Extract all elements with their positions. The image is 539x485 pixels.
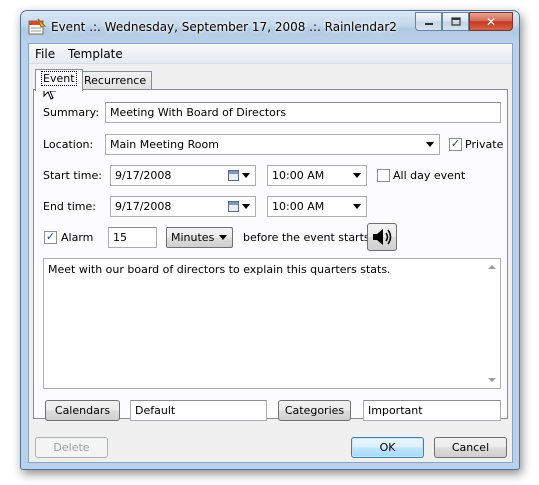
- tab-recurrence[interactable]: Recurrence: [78, 71, 153, 90]
- alarm-label: Alarm: [61, 231, 94, 244]
- tab-event-label: Event: [41, 71, 77, 86]
- calendar-icon: [228, 201, 239, 212]
- dropdown-arrow-icon: [426, 142, 434, 147]
- dropdown-arrow-icon: [353, 173, 361, 178]
- dropdown-arrow-icon: [242, 173, 250, 178]
- alarm-unit-combo[interactable]: Minutes: [166, 227, 233, 248]
- minimize-icon: [424, 22, 433, 25]
- alarm-suffix-label: before the event starts.: [243, 231, 374, 244]
- tab-event[interactable]: Event: [35, 69, 83, 91]
- event-dialog-window: Event .:. Wednesday, September 17, 2008 …: [20, 10, 520, 470]
- start-date-value: 9/17/2008: [115, 169, 172, 182]
- categories-field[interactable]: Important: [363, 400, 501, 421]
- cancel-button[interactable]: Cancel: [434, 437, 507, 458]
- scroll-up-icon[interactable]: [488, 265, 496, 269]
- close-icon: ✕: [485, 14, 497, 29]
- end-time-label: End time:: [43, 200, 96, 213]
- dropdown-arrow-icon: [353, 204, 361, 209]
- notes-scrollbar[interactable]: [484, 259, 500, 388]
- end-time-value: 10:00 AM: [272, 200, 325, 213]
- delete-button[interactable]: Delete: [35, 437, 108, 458]
- end-date-picker[interactable]: 9/17/2008: [110, 196, 256, 217]
- categories-button[interactable]: Categories: [278, 400, 351, 421]
- scroll-down-icon[interactable]: [488, 378, 496, 382]
- end-time-combo[interactable]: 10:00 AM: [267, 196, 367, 217]
- summary-input[interactable]: Meeting With Board of Directors: [105, 102, 501, 123]
- all-day-checkbox[interactable]: [377, 169, 390, 182]
- location-label: Location:: [43, 138, 94, 151]
- maximize-button[interactable]: [442, 12, 469, 31]
- private-label: Private: [465, 138, 504, 151]
- dropdown-arrow-icon: [219, 235, 227, 240]
- location-value: Main Meeting Room: [110, 138, 219, 151]
- alarm-unit-value: Minutes: [171, 231, 215, 244]
- location-combo[interactable]: Main Meeting Room: [105, 134, 440, 155]
- window-title: Event .:. Wednesday, September 17, 2008 …: [51, 20, 397, 34]
- speaker-icon: [373, 229, 392, 245]
- start-time-value: 10:00 AM: [272, 169, 325, 182]
- alarm-checkbox[interactable]: [44, 231, 57, 244]
- dropdown-arrow-icon: [242, 204, 250, 209]
- start-time-combo[interactable]: 10:00 AM: [267, 165, 367, 186]
- notes-text: Meet with our board of directors to expl…: [48, 263, 391, 276]
- tab-strip: Event Recurrence: [29, 64, 512, 91]
- maximize-icon: [450, 17, 461, 26]
- menu-template[interactable]: Template: [68, 47, 123, 61]
- menu-bar: File Template: [29, 44, 512, 64]
- tab-recurrence-label: Recurrence: [84, 74, 147, 87]
- private-checkbox[interactable]: [449, 138, 462, 151]
- summary-label: Summary:: [43, 106, 100, 119]
- end-date-value: 9/17/2008: [115, 200, 172, 213]
- close-button[interactable]: ✕: [469, 12, 513, 31]
- calendar-icon: [228, 170, 239, 181]
- start-date-picker[interactable]: 9/17/2008: [110, 165, 256, 186]
- menu-file[interactable]: File: [35, 47, 55, 61]
- event-tab-panel: Summary: Meeting With Board of Directors…: [33, 89, 508, 421]
- calendars-field[interactable]: Default: [130, 400, 267, 421]
- minimize-button[interactable]: [415, 12, 442, 31]
- dialog-client-area: File Template Event Recurrence Summary: …: [28, 43, 513, 463]
- alarm-sound-button[interactable]: [367, 223, 397, 251]
- calendars-button[interactable]: Calendars: [45, 400, 120, 421]
- notes-textarea[interactable]: Meet with our board of directors to expl…: [43, 258, 501, 389]
- calendar-app-icon: [28, 18, 46, 35]
- start-time-label: Start time:: [43, 169, 102, 182]
- alarm-amount-input[interactable]: 15: [108, 227, 157, 248]
- all-day-label: All day event: [393, 169, 466, 182]
- ok-button[interactable]: OK: [351, 437, 424, 458]
- title-bar[interactable]: Event .:. Wednesday, September 17, 2008 …: [21, 11, 519, 43]
